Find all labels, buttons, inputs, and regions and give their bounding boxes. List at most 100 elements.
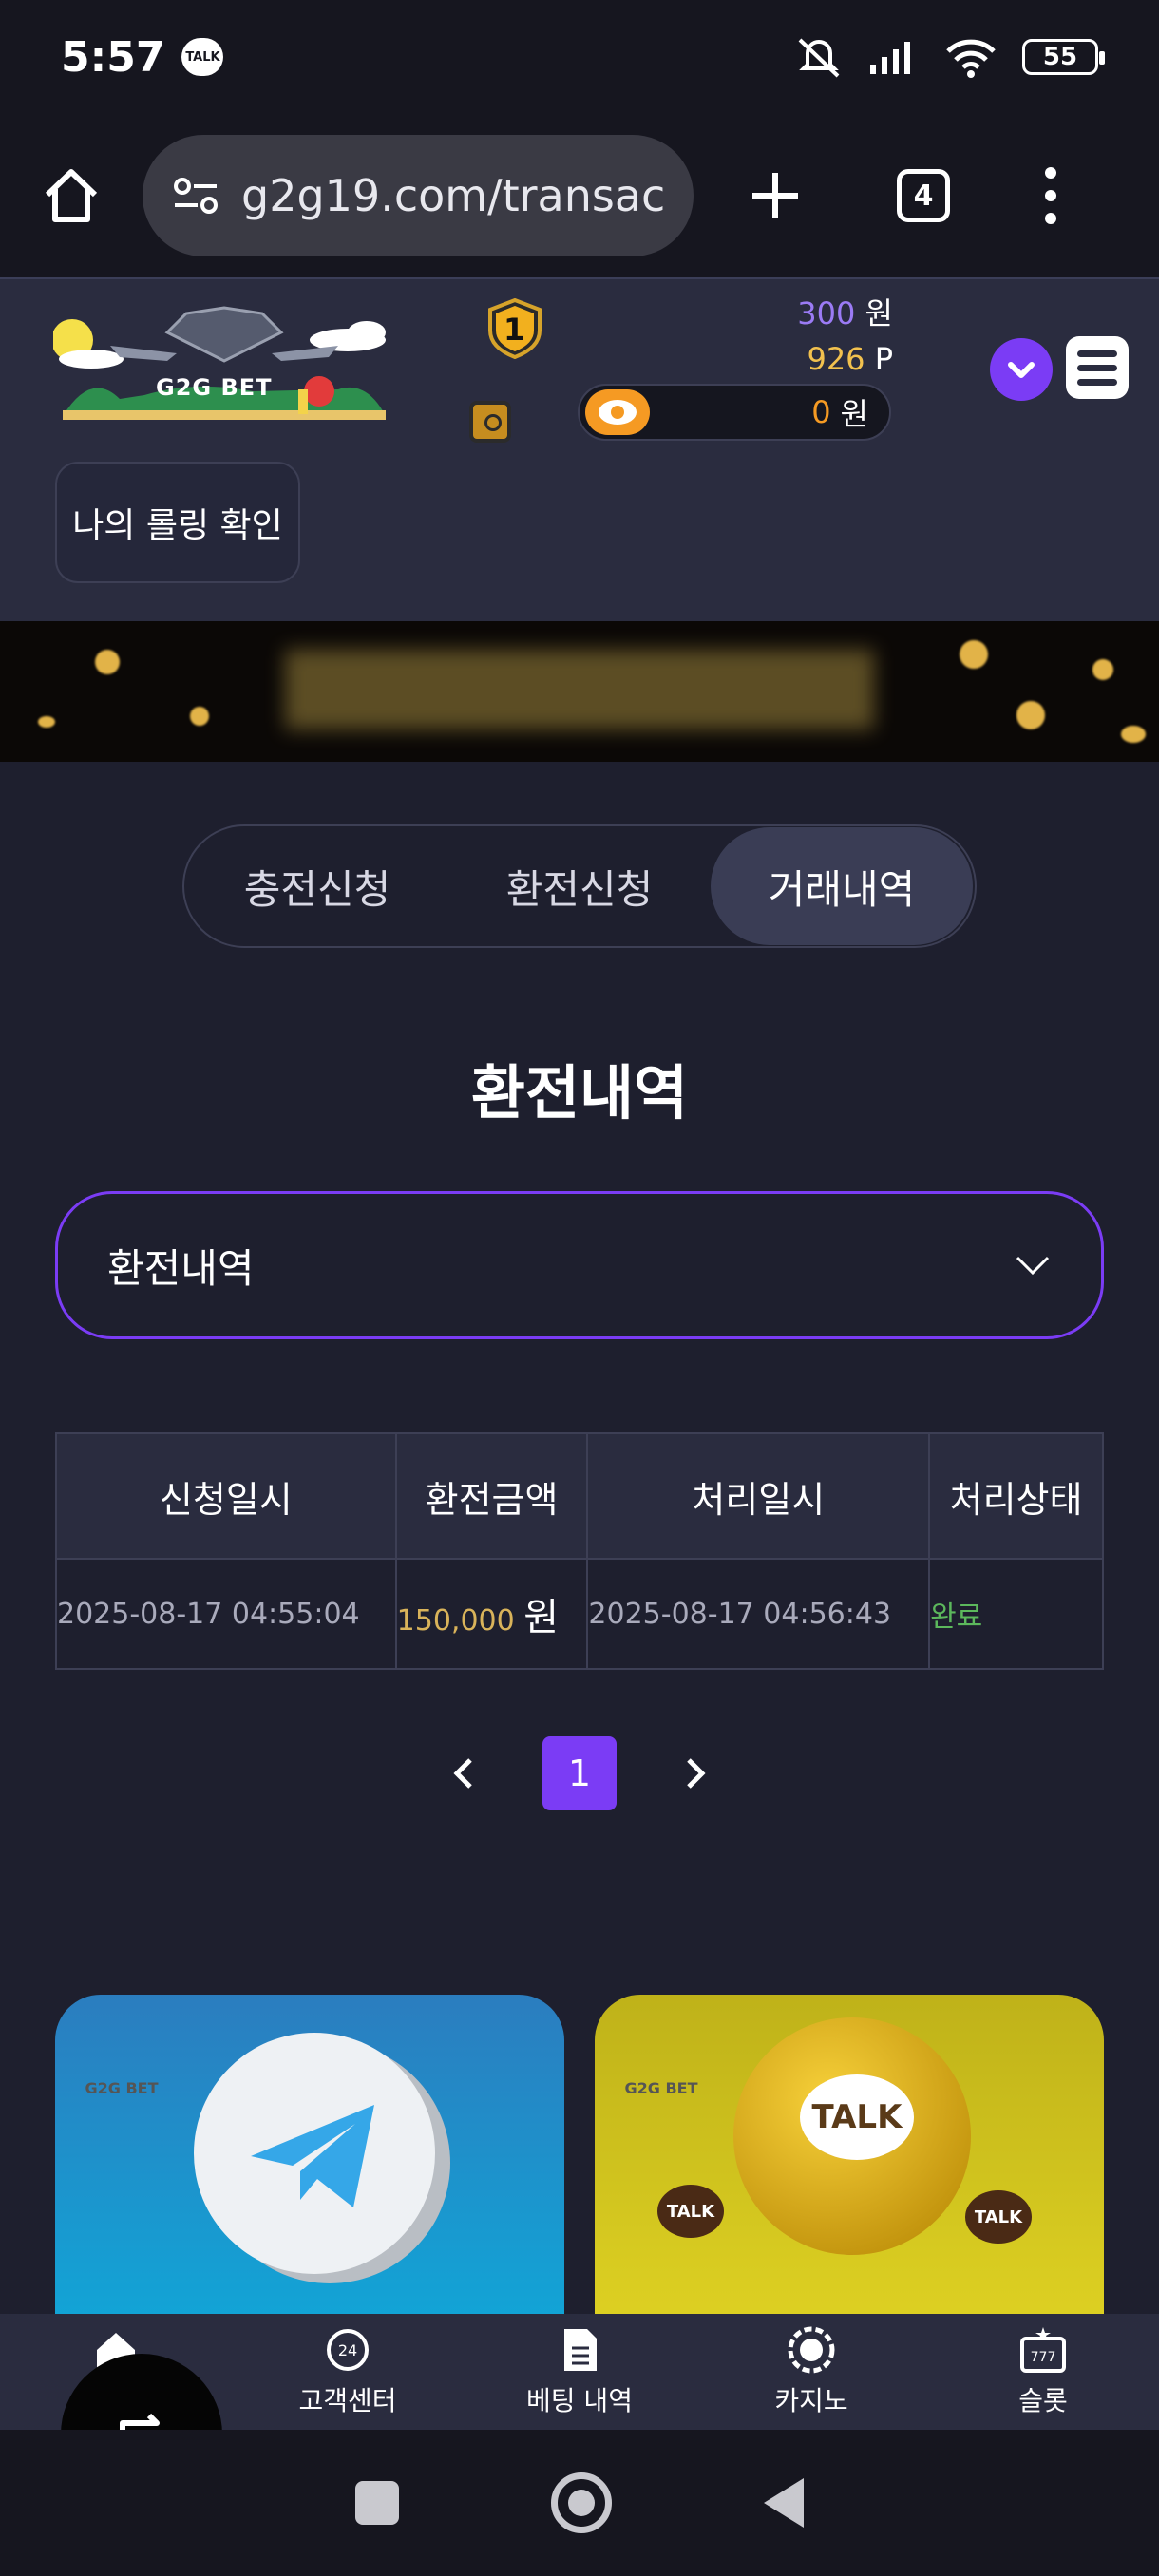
banner-coin bbox=[1016, 701, 1045, 729]
wallet-amount: 0 bbox=[811, 394, 831, 430]
banner-glow bbox=[285, 650, 874, 729]
talk-bubble-small: TALK bbox=[657, 2185, 724, 2238]
withdrawal-history-table: 신청일시 환전금액 처리일시 처리상태 2025-08-17 04:55:04 … bbox=[55, 1432, 1104, 1670]
tab-switcher-button[interactable]: 4 bbox=[897, 169, 950, 222]
history-type-selected: 환전내역 bbox=[107, 1244, 255, 1292]
telegram-contact-card[interactable]: G2G BET bbox=[55, 1995, 564, 2318]
banner-coin bbox=[1121, 726, 1146, 743]
site-header: G2G BET 1 300 원 926 P 0 원 bbox=[0, 277, 1159, 448]
slot-machine-icon: 777 bbox=[1020, 2327, 1066, 2373]
menu-line bbox=[1077, 364, 1117, 371]
tab-withdraw-request[interactable]: 환전신청 bbox=[448, 827, 711, 945]
menu-line bbox=[1077, 350, 1117, 357]
nav-label: 베팅 내역 bbox=[526, 2385, 633, 2416]
kakaotalk-contact-card[interactable]: G2G BET TALK TALK TALK bbox=[595, 1995, 1104, 2318]
level-number: 1 bbox=[504, 312, 525, 348]
previous-page-icon[interactable] bbox=[446, 1754, 484, 1792]
kakaotalk-notification-icon: TALK bbox=[181, 38, 224, 76]
site-settings-icon[interactable] bbox=[171, 175, 220, 217]
home-circle-icon[interactable] bbox=[551, 2472, 612, 2533]
cash-amount: 300 bbox=[797, 295, 856, 331]
nav-casino[interactable]: 카지노 bbox=[695, 2314, 927, 2430]
address-bar[interactable]: g2g19.com/transac bbox=[142, 135, 694, 256]
amount-value: 150,000 bbox=[396, 1604, 515, 1638]
url-text: g2g19.com/transac bbox=[241, 170, 666, 221]
kakaotalk-icon: TALK bbox=[733, 2017, 971, 2255]
amount-cell: 150,000 원 bbox=[394, 1558, 589, 1670]
table-header-row: 신청일시 환전금액 처리일시 처리상태 bbox=[55, 1432, 1104, 1560]
processed-time-cell: 2025-08-17 04:56:43 bbox=[586, 1558, 931, 1670]
transaction-tabs: 충전신청 환전신청 거래내역 bbox=[182, 824, 977, 948]
wifi-icon bbox=[946, 39, 996, 78]
hamburger-menu-button[interactable] bbox=[1066, 336, 1129, 399]
more-options-icon[interactable] bbox=[1041, 165, 1060, 226]
column-header: 신청일시 bbox=[55, 1432, 397, 1560]
g2g-bet-logo[interactable] bbox=[53, 304, 395, 426]
new-tab-icon[interactable] bbox=[747, 167, 804, 224]
tab-transaction-history[interactable]: 거래내역 bbox=[711, 827, 973, 945]
banner-coin bbox=[190, 707, 209, 726]
promo-banner bbox=[0, 621, 1159, 762]
page-number-button[interactable]: 1 bbox=[542, 1736, 617, 1810]
home-button-icon[interactable] bbox=[38, 162, 104, 229]
point-unit: P bbox=[874, 341, 893, 377]
page-title: 환전내역 bbox=[470, 1058, 689, 1127]
nav-betting-history[interactable]: 베팅 내역 bbox=[464, 2314, 695, 2430]
status-cell: 완료 bbox=[928, 1558, 1104, 1670]
column-header: 처리상태 bbox=[928, 1432, 1104, 1560]
next-page-icon[interactable] bbox=[675, 1754, 713, 1792]
mute-icon bbox=[798, 38, 840, 78]
document-icon bbox=[564, 2329, 597, 2371]
amount-unit: 원 bbox=[523, 1596, 560, 1639]
wallet-balance[interactable]: 0 원 bbox=[578, 384, 891, 441]
pagination: 1 bbox=[0, 1736, 1159, 1810]
point-amount: 926 bbox=[807, 341, 865, 377]
back-triangle-icon[interactable] bbox=[764, 2478, 804, 2528]
android-navigation-bar bbox=[0, 2430, 1159, 2576]
my-rolling-button[interactable]: 나의 롤링 확인 bbox=[55, 462, 300, 583]
telegram-icon bbox=[194, 2033, 435, 2274]
menu-line bbox=[1077, 378, 1117, 386]
card-logo: G2G BET bbox=[624, 2079, 698, 2097]
casino-chip-icon bbox=[788, 2326, 835, 2374]
table-row: 2025-08-17 04:55:04 150,000 원 2025-08-17… bbox=[55, 1558, 1104, 1670]
column-header: 처리일시 bbox=[586, 1432, 931, 1560]
eye-icon[interactable] bbox=[585, 389, 650, 435]
telegram-plane-icon bbox=[251, 2105, 374, 2207]
treasure-chest-icon[interactable] bbox=[469, 401, 511, 443]
svg-text:777: 777 bbox=[1031, 2350, 1056, 2365]
banner-coin bbox=[95, 650, 120, 674]
balance-summary: 300 원 926 P bbox=[797, 291, 893, 382]
history-type-select[interactable]: 환전내역 bbox=[55, 1191, 1104, 1339]
cash-unit: 원 bbox=[864, 295, 893, 331]
account-dropdown-button[interactable] bbox=[990, 338, 1053, 401]
talk-bubble: TALK bbox=[800, 2074, 914, 2160]
rolling-row: 나의 롤링 확인 bbox=[0, 448, 1159, 621]
recent-apps-icon[interactable] bbox=[355, 2481, 399, 2525]
nav-label: 카지노 bbox=[774, 2385, 848, 2416]
nav-label: 고객센터 bbox=[298, 2385, 397, 2416]
banner-coin bbox=[38, 716, 55, 728]
wallet-unit: 원 bbox=[840, 396, 868, 432]
banner-coin bbox=[960, 640, 988, 669]
chevron-down-icon bbox=[1016, 1256, 1050, 1276]
requested-time-cell: 2025-08-17 04:55:04 bbox=[55, 1558, 397, 1670]
nav-slot[interactable]: 777 슬롯 bbox=[927, 2314, 1159, 2430]
browser-toolbar: g2g19.com/transac 4 bbox=[0, 114, 1159, 277]
chevron-down-icon bbox=[1008, 362, 1035, 378]
svg-text:24: 24 bbox=[338, 2341, 357, 2359]
banner-coin bbox=[1092, 659, 1113, 680]
signal-icon bbox=[870, 42, 910, 74]
talk-bubble-small: TALK bbox=[965, 2190, 1032, 2244]
tab-deposit-request[interactable]: 충전신청 bbox=[186, 827, 448, 945]
battery-indicator: 55 bbox=[1022, 39, 1105, 75]
logo-text: G2G BET bbox=[156, 374, 273, 401]
nav-support[interactable]: 24 고객센터 bbox=[232, 2314, 464, 2430]
status-time: 5:57 bbox=[61, 32, 165, 82]
page: 5:57 TALK 55 g2g19.com/transac 4 G2G BET… bbox=[0, 0, 1159, 2576]
column-header: 환전금액 bbox=[394, 1432, 589, 1560]
status-bar: 5:57 TALK 55 bbox=[0, 0, 1159, 114]
card-logo: G2G BET bbox=[85, 2079, 159, 2097]
support-24-icon: 24 bbox=[327, 2329, 369, 2371]
nav-label: 슬롯 bbox=[1018, 2385, 1068, 2416]
